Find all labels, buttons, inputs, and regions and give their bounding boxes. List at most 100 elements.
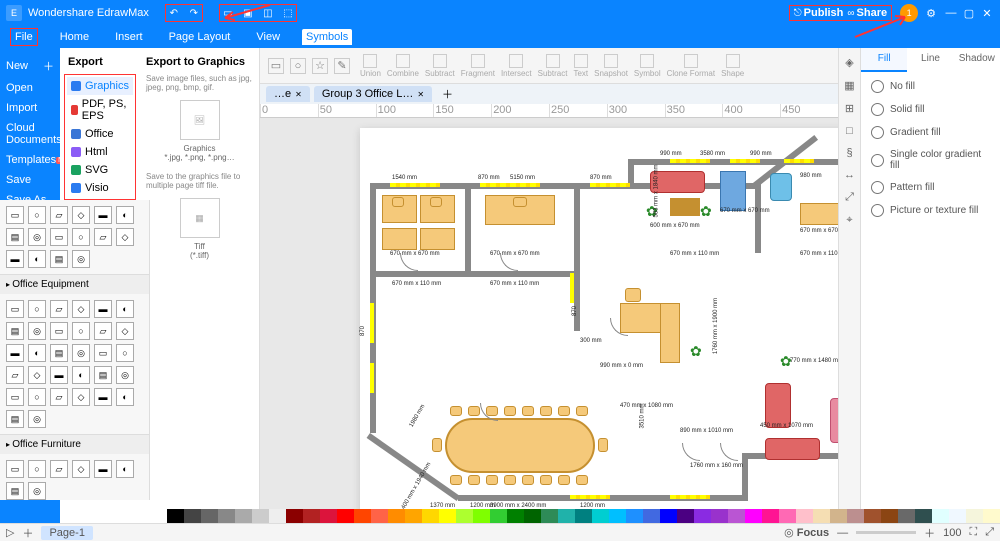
color-swatch[interactable] <box>184 509 201 523</box>
export-item-pdf-ps-eps[interactable]: PDF, PS, EPS <box>67 95 133 125</box>
color-swatch[interactable] <box>881 509 898 523</box>
color-swatch[interactable] <box>728 509 745 523</box>
shape-stencil[interactable]: ○ <box>28 300 46 318</box>
tab-2[interactable]: Group 3 Office L…✕ <box>314 86 432 102</box>
shape-stencil[interactable]: ◐ <box>116 460 134 478</box>
export-item-graphics[interactable]: Graphics <box>67 77 133 95</box>
view1-icon[interactable]: ▭ <box>220 5 236 21</box>
shape-stencil[interactable]: ◐ <box>72 366 90 384</box>
export-item-office[interactable]: Office <box>67 125 133 143</box>
shape-stencil[interactable]: ▱ <box>50 460 68 478</box>
graphics-thumb[interactable]: 🖼 <box>180 100 220 140</box>
zoom-slider[interactable] <box>856 531 916 534</box>
sidebar-item-templates[interactable]: TemplatesNEW <box>4 150 56 170</box>
shape-stencil[interactable]: ◇ <box>72 206 90 224</box>
shape-stencil[interactable]: ▬ <box>6 344 24 362</box>
shape-stencil[interactable]: ▬ <box>94 206 112 224</box>
shape-stencil[interactable]: ▬ <box>50 366 68 384</box>
export-item-html[interactable]: Html <box>67 143 133 161</box>
zoom-out-icon[interactable]: — <box>837 527 848 539</box>
color-swatch[interactable] <box>439 509 456 523</box>
sidebar-item-save[interactable]: Save <box>4 170 56 190</box>
canvas[interactable]: ✿✿✿✿1540 mm870 mm5150 mm870 mm990 mm3580… <box>260 118 838 523</box>
color-swatch[interactable] <box>762 509 779 523</box>
zoom-in-icon[interactable]: ＋ <box>924 525 935 541</box>
shape-stencil[interactable]: ▤ <box>50 344 68 362</box>
shape-stencil[interactable]: ▱ <box>50 300 68 318</box>
shape-stencil[interactable]: ▱ <box>50 206 68 224</box>
color-swatch[interactable] <box>388 509 405 523</box>
ribbon-snapshot[interactable]: Snapshot <box>594 54 628 78</box>
undo-icon[interactable]: ↶ <box>166 5 182 21</box>
color-swatch[interactable] <box>490 509 507 523</box>
color-swatch[interactable] <box>337 509 354 523</box>
fill-option-solid-fill[interactable]: Solid fill <box>871 103 990 116</box>
fill-option-single-color-gradient-fill[interactable]: Single color gradient fill <box>871 149 990 171</box>
ribbon-union[interactable]: Union <box>360 54 381 78</box>
ribbon-symbol[interactable]: Symbol <box>634 54 661 78</box>
color-swatch[interactable] <box>677 509 694 523</box>
settings-icon[interactable]: ⚙ <box>926 7 936 20</box>
color-swatch[interactable] <box>473 509 490 523</box>
menu-view[interactable]: View <box>252 29 284 45</box>
view4-icon[interactable]: ⬚ <box>280 5 296 21</box>
sidebar-item-new[interactable]: New＋ <box>4 54 56 78</box>
shape-stencil[interactable]: ▤ <box>6 228 24 246</box>
color-swatch[interactable] <box>592 509 609 523</box>
rail-tool-2[interactable]: ⊞ <box>845 102 854 115</box>
shape-stencil[interactable]: ◇ <box>72 460 90 478</box>
shape-stencil[interactable]: ▭ <box>6 300 24 318</box>
minimize-icon[interactable]: — <box>944 6 958 20</box>
color-swatch[interactable] <box>371 509 388 523</box>
shape-stencil[interactable]: ◎ <box>72 250 90 268</box>
menu-home[interactable]: Home <box>56 29 93 45</box>
menu-file[interactable]: File <box>10 28 38 46</box>
shape-circle-icon[interactable]: ○ <box>290 58 306 74</box>
color-swatch[interactable] <box>745 509 762 523</box>
tab-close-icon[interactable]: ✕ <box>295 90 302 99</box>
shape-stencil[interactable]: ◇ <box>72 388 90 406</box>
rail-tool-0[interactable]: ◈ <box>845 56 853 69</box>
color-swatch[interactable] <box>524 509 541 523</box>
close-icon[interactable]: ✕ <box>980 6 994 20</box>
cat-office-furniture[interactable]: Office Furniture <box>0 434 149 454</box>
color-swatch[interactable] <box>643 509 660 523</box>
shape-stencil[interactable]: ○ <box>28 388 46 406</box>
shape-stencil[interactable]: ○ <box>28 206 46 224</box>
shape-stencil[interactable]: ▱ <box>50 388 68 406</box>
sidebar-item-import[interactable]: Import <box>4 98 56 118</box>
fmt-tab-fill[interactable]: Fill <box>861 48 907 72</box>
shape-stencil[interactable]: ▭ <box>50 228 68 246</box>
color-swatch[interactable] <box>303 509 320 523</box>
tiff-thumb[interactable]: ▦ <box>180 198 220 238</box>
shape-stencil[interactable]: ▱ <box>6 366 24 384</box>
ribbon-subtract[interactable]: Subtract <box>538 54 568 78</box>
shape-stencil[interactable]: ○ <box>116 344 134 362</box>
color-swatch[interactable] <box>320 509 337 523</box>
color-palette-bar[interactable] <box>150 509 1000 523</box>
rail-tool-7[interactable]: ⌖ <box>846 214 852 227</box>
fill-option-no-fill[interactable]: No fill <box>871 80 990 93</box>
shape-stencil[interactable]: ◐ <box>28 344 46 362</box>
share-button[interactable]: ∞ Share <box>847 7 887 19</box>
color-swatch[interactable] <box>575 509 592 523</box>
fill-option-gradient-fill[interactable]: Gradient fill <box>871 126 990 139</box>
shape-stencil[interactable]: ○ <box>72 322 90 340</box>
shape-stencil[interactable]: ◇ <box>116 228 134 246</box>
shape-stencil[interactable]: ◐ <box>116 300 134 318</box>
shape-stencil[interactable]: ▤ <box>6 322 24 340</box>
shape-stencil[interactable]: ◎ <box>28 410 46 428</box>
ribbon-clone-format[interactable]: Clone Format <box>667 54 715 78</box>
color-swatch[interactable] <box>626 509 643 523</box>
color-swatch[interactable] <box>983 509 1000 523</box>
drawing-page[interactable]: ✿✿✿✿1540 mm870 mm5150 mm870 mm990 mm3580… <box>360 128 838 523</box>
shape-stencil[interactable]: ▤ <box>6 410 24 428</box>
add-tab-icon[interactable]: ＋ <box>436 86 459 102</box>
shape-stencil[interactable]: ▤ <box>94 366 112 384</box>
color-swatch[interactable] <box>915 509 932 523</box>
shape-stencil[interactable]: ◎ <box>116 366 134 384</box>
color-swatch[interactable] <box>269 509 286 523</box>
fmt-tab-shadow[interactable]: Shadow <box>954 48 1000 72</box>
shape-stencil[interactable]: ◐ <box>28 250 46 268</box>
tab-1[interactable]: …e✕ <box>266 86 310 102</box>
